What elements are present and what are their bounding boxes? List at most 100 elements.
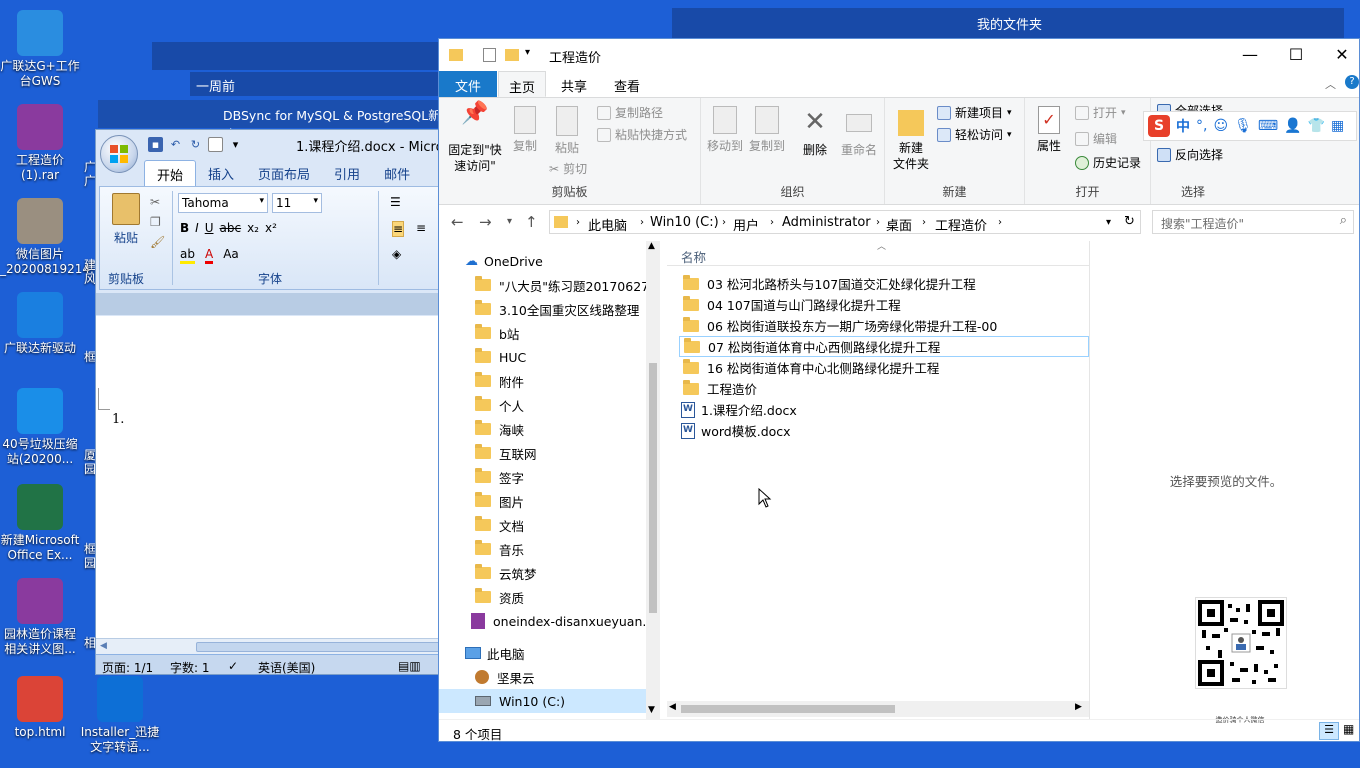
align-left-icon[interactable]: ≡ [392, 221, 405, 237]
newfolder-qa-icon[interactable] [505, 49, 519, 61]
microphone-icon[interactable]: 🎙 [1234, 118, 1252, 134]
ime-toolbar[interactable]: S 中 °, ☺ 🎙 ⌨ 👤 👕 ▦ [1143, 111, 1357, 141]
font-color-icon[interactable]: A [204, 247, 214, 264]
skin-icon[interactable]: 👕 [1308, 118, 1325, 134]
address-bar[interactable]: › 此电脑 › Win10 (C:) › 用户 › Administrator … [549, 210, 1141, 234]
user-icon[interactable]: 👤 [1284, 118, 1301, 134]
large-icons-view-icon[interactable]: ▦ [1343, 722, 1354, 736]
nav-item[interactable]: Win10 (C:) [439, 689, 649, 713]
nav-item[interactable]: 3.10全国重灾区线路整理 [439, 297, 649, 321]
nav-item[interactable]: 音乐 [439, 537, 649, 561]
search-box[interactable]: 搜索"工程造价" ⌕ [1152, 210, 1354, 234]
desktop-icon[interactable]: 微信图片_20200819214... [0, 198, 101, 277]
file-row[interactable]: 工程造价 [679, 378, 1089, 399]
subscript-button[interactable]: x₂ [247, 221, 259, 235]
undo-icon[interactable]: ↶ [168, 137, 183, 152]
save-icon[interactable]: ▪ [148, 137, 163, 152]
nav-item[interactable]: 资质 [439, 585, 649, 609]
desktop-icon[interactable]: Installer_迅捷文字转语... [80, 676, 160, 755]
bold-button[interactable]: B [180, 221, 189, 235]
nav-item[interactable]: oneindex-disanxueyuan.zip [439, 609, 659, 633]
paste-button[interactable]: 粘贴 [547, 106, 587, 156]
file-list[interactable]: 名称 ︿ 03 松河北路桥头与107国道交汇处绿化提升工程 04 107国道与山门… [667, 241, 1089, 719]
file-list-scroll-thumb[interactable] [681, 705, 895, 713]
tab-page-layout[interactable]: 页面布局 [246, 160, 322, 186]
ime-lang-toggle[interactable]: 中 [1176, 116, 1190, 136]
pin-quick-access-button[interactable]: 📌 固定到"快 速访问" [445, 103, 505, 174]
file-list-horizontal-scrollbar[interactable]: ◀ ▶ [667, 701, 1089, 717]
navigation-scroll-thumb[interactable] [649, 363, 657, 613]
paste-shortcut-button[interactable]: 粘贴快捷方式 [597, 126, 687, 143]
move-to-button[interactable]: 移动到 [705, 106, 745, 154]
desktop-icon[interactable]: 园林造价课程相关讲义图... [0, 578, 80, 657]
up-icon[interactable]: ↑ [525, 213, 538, 231]
breadcrumb-drive[interactable]: Win10 (C:) [650, 215, 719, 230]
scroll-right-icon[interactable]: ▶ [1075, 702, 1082, 712]
scroll-left-icon[interactable]: ◀ [100, 641, 107, 651]
nav-item[interactable]: 海峡 [439, 417, 649, 441]
back-icon[interactable]: ← [451, 213, 464, 231]
collapse-ribbon-icon[interactable]: ︿ [1325, 76, 1336, 92]
properties-button[interactable]: ✓ 属性 [1029, 106, 1069, 154]
ime-punct-toggle[interactable]: °, [1196, 118, 1207, 134]
language[interactable]: 英语(美国) [258, 659, 315, 674]
navigation-scrollbar[interactable]: ▲ ▼ [646, 241, 660, 719]
copy-path-button[interactable]: 复制路径 [597, 104, 663, 121]
word-horizontal-scrollbar[interactable]: ◀ [96, 638, 439, 654]
desktop-icon[interactable]: 新建Microsoft Office Ex... [0, 484, 80, 563]
shading-icon[interactable]: ◈ [392, 247, 401, 261]
desktop-icon[interactable]: 广联达新驱动 [0, 292, 80, 356]
tab-home[interactable]: 开始 [144, 160, 197, 186]
redo-icon[interactable]: ↻ [188, 137, 203, 152]
nav-item[interactable]: 附件 [439, 369, 649, 393]
close-button[interactable]: ✕ [1319, 39, 1360, 69]
menu-view[interactable]: 查看 [604, 71, 650, 97]
desktop-icon[interactable]: 广联达G+工作台GWS [0, 10, 80, 89]
refresh-icon[interactable]: ↻ [1124, 214, 1135, 229]
scroll-left-icon[interactable]: ◀ [669, 702, 676, 712]
customize-toolbar-icon[interactable]: ▾ [228, 137, 243, 152]
nav-item[interactable]: 坚果云 [439, 665, 649, 689]
breadcrumb-desktop[interactable]: 桌面 [886, 215, 912, 234]
paste-button[interactable]: 粘贴 [108, 193, 144, 246]
scroll-up-icon[interactable]: ▲ [648, 241, 655, 251]
file-row[interactable]: 04 107国道与山门路绿化提升工程 [679, 294, 1089, 315]
help-icon[interactable]: ? [1345, 75, 1359, 89]
document-page[interactable]: 1. [96, 316, 439, 639]
file-row[interactable]: word模板.docx [679, 420, 1089, 441]
nav-item[interactable]: 文档 [439, 513, 649, 537]
page-count[interactable]: 页面: 1/1 [102, 659, 153, 674]
forward-icon[interactable]: → [479, 213, 492, 231]
qa-dropdown-icon[interactable]: ▾ [525, 47, 530, 58]
keyboard-icon[interactable]: ⌨ [1258, 118, 1278, 134]
menu-file[interactable]: 文件 [439, 71, 497, 97]
word-titlebar[interactable]: ▪ ↶ ↻ ▾ 1.课程介绍.docx - Micros [96, 130, 439, 158]
italic-button[interactable]: I [195, 221, 199, 235]
proofing-icon[interactable]: ✓ [228, 659, 238, 673]
nav-item[interactable]: 此电脑 [439, 641, 649, 665]
menu-home[interactable]: 主页 [498, 71, 547, 97]
emoji-icon[interactable]: ☺ [1213, 118, 1228, 134]
nav-item[interactable]: ☁ OneDrive [439, 249, 649, 273]
nav-item[interactable]: b站 [439, 321, 649, 345]
navigation-pane[interactable]: ☁ OneDrive "八大员"练习题2017062710 3.10全国重灾区线路整理… [439, 241, 659, 721]
underline-button[interactable]: U [205, 221, 214, 235]
align-center-icon[interactable]: ≡ [416, 221, 426, 235]
scroll-down-icon[interactable]: ▼ [648, 705, 655, 715]
menu-share[interactable]: 共享 [551, 71, 597, 97]
file-row[interactable]: 06 松岗街道联投东方一期广场旁绿化带提升工程-00 [679, 315, 1089, 336]
explorer-titlebar[interactable]: ▾ 工程造价 — ☐ ✕ [439, 39, 1359, 71]
breadcrumb-administrator[interactable]: Administrator [782, 215, 871, 230]
nav-item[interactable]: HUC [439, 345, 649, 369]
view-icons[interactable]: ▤▥ [398, 659, 421, 673]
address-dropdown-icon[interactable]: ▾ [1106, 217, 1111, 228]
tab-insert[interactable]: 插入 [196, 160, 246, 186]
desktop-icon[interactable]: 40号垃圾压缩站(20200... [0, 388, 80, 467]
print-preview-icon[interactable] [208, 137, 223, 152]
properties-qa-icon[interactable] [483, 48, 496, 62]
font-name-select[interactable]: Tahoma ▾ [178, 193, 268, 213]
file-row[interactable]: 07 松岗街道体育中心西侧路绿化提升工程 [679, 336, 1089, 357]
details-view-icon[interactable]: ☰ [1319, 722, 1339, 740]
file-row[interactable]: 1.课程介绍.docx [679, 399, 1089, 420]
new-item-button[interactable]: 新建项目 ▾ [937, 104, 1012, 121]
